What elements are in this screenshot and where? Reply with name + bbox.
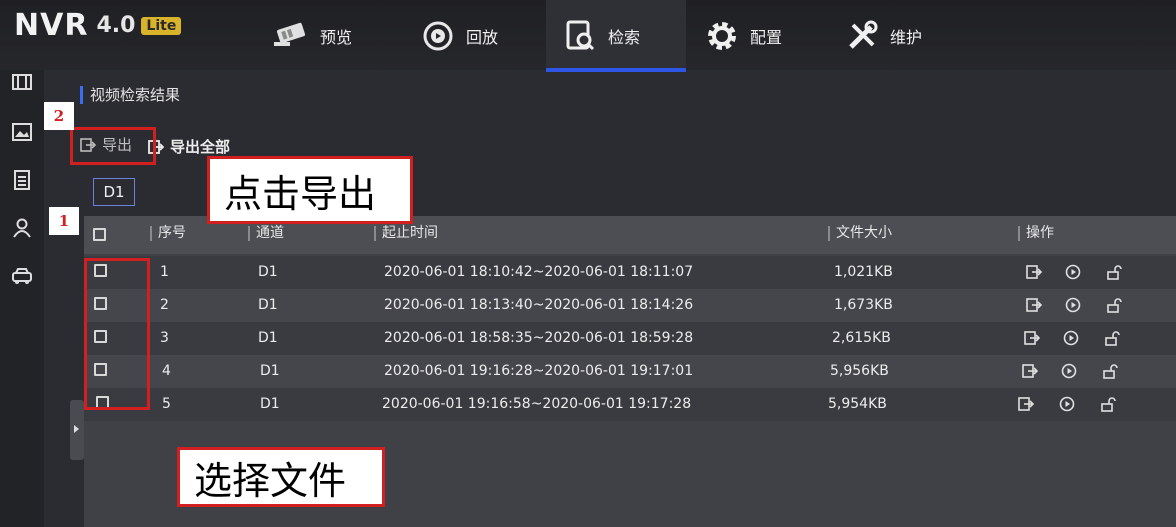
person-icon[interactable] [10, 216, 34, 240]
export-all-button[interactable]: 导出全部 [148, 136, 230, 157]
row-size: 1,021KB [834, 264, 893, 280]
unlock-icon[interactable] [1102, 363, 1118, 379]
tab-preview-label: 预览 [320, 28, 353, 47]
row-index: 1 [160, 264, 169, 280]
row-size: 5,954KB [828, 396, 887, 412]
row-size: 2,615KB [832, 330, 891, 346]
table-row[interactable]: 5 D1 2020-06-01 19:16:58~2020-06-01 19:1… [84, 388, 1176, 421]
play-icon[interactable] [1059, 396, 1075, 412]
tab-config-label: 配置 [750, 28, 783, 47]
play-icon[interactable] [1061, 363, 1077, 379]
row-time: 2020-06-01 18:58:35~2020-06-01 18:59:28 [384, 330, 694, 346]
logo-edition-badge: Lite [141, 16, 182, 35]
row-time: 2020-06-01 18:10:42~2020-06-01 18:11:07 [384, 264, 694, 280]
export-icon[interactable] [1024, 330, 1040, 346]
row-time: 2020-06-01 18:13:40~2020-06-01 18:14:26 [384, 297, 694, 313]
checkbox-highlight-box [84, 258, 150, 410]
tools-icon [842, 16, 882, 56]
export-all-label: 导出全部 [170, 138, 231, 156]
unlock-icon[interactable] [1106, 297, 1122, 313]
header-time: 起止时间 [374, 226, 438, 241]
header-size: 文件大小 [828, 226, 892, 241]
gear-icon [702, 16, 742, 56]
unlock-icon[interactable] [1104, 330, 1120, 346]
select-all-checkbox[interactable] [93, 228, 106, 241]
export-icon[interactable] [1026, 297, 1042, 313]
tab-preview[interactable]: 预览 [272, 0, 382, 72]
table-row[interactable]: 1 D1 2020-06-01 18:10:42~2020-06-01 18:1… [84, 256, 1176, 289]
search-document-icon [560, 16, 600, 56]
panel-collapse-handle[interactable] [70, 400, 84, 460]
step-badge-2: 2 [44, 102, 74, 130]
tab-config[interactable]: 配置 [702, 0, 812, 72]
logo-version: 4.0 [96, 13, 136, 38]
section-title: 视频检索结果 [80, 86, 180, 104]
channel-filter-chip[interactable]: D1 [93, 178, 135, 206]
row-time: 2020-06-01 19:16:28~2020-06-01 19:17:01 [384, 363, 694, 379]
tab-maintain-label: 维护 [890, 28, 923, 47]
row-channel: D1 [258, 264, 278, 280]
nvr-logo: NVR 4.0 Lite [14, 8, 182, 43]
video-icon[interactable] [10, 70, 34, 94]
row-time: 2020-06-01 19:16:58~2020-06-01 19:17:28 [382, 396, 692, 412]
row-index: 5 [162, 396, 171, 412]
unlock-icon[interactable] [1106, 264, 1122, 280]
tab-maintain[interactable]: 维护 [842, 0, 952, 72]
step-badge-1: 1 [49, 207, 79, 235]
row-channel: D1 [258, 330, 278, 346]
unlock-icon[interactable] [1100, 396, 1116, 412]
image-icon[interactable] [10, 120, 34, 144]
export-icon[interactable] [1018, 396, 1034, 412]
play-icon[interactable] [1065, 264, 1081, 280]
export-icon[interactable] [1022, 363, 1038, 379]
playback-icon [418, 16, 458, 56]
header-ops: 操作 [1018, 226, 1054, 241]
tab-search[interactable]: 检索 [546, 0, 686, 72]
tab-playback[interactable]: 回放 [418, 0, 528, 72]
table-row[interactable]: 2 D1 2020-06-01 18:13:40~2020-06-01 18:1… [84, 289, 1176, 322]
vehicle-icon[interactable] [10, 264, 34, 288]
row-index: 2 [160, 297, 169, 313]
play-icon[interactable] [1065, 297, 1081, 313]
left-sidebar [0, 70, 44, 527]
tab-search-label: 检索 [608, 28, 641, 47]
export-icon[interactable] [1026, 264, 1042, 280]
play-icon[interactable] [1063, 330, 1079, 346]
document-icon[interactable] [10, 168, 34, 192]
callout-select-file: 选择文件 [177, 447, 385, 507]
header-channel: 通道 [248, 226, 284, 241]
header-index: 序号 [150, 226, 186, 241]
logo-name: NVR [14, 8, 89, 43]
row-channel: D1 [260, 363, 280, 379]
top-nav-bar: NVR 4.0 Lite 预览 回放 检索 配置 维护 [0, 0, 1176, 72]
export-highlight-box [70, 127, 156, 165]
table-row[interactable]: 3 D1 2020-06-01 18:58:35~2020-06-01 18:5… [84, 322, 1176, 355]
table-row[interactable]: 4 D1 2020-06-01 19:16:28~2020-06-01 19:1… [84, 355, 1176, 388]
camera-icon [272, 16, 312, 56]
row-index: 4 [162, 363, 171, 379]
row-size: 1,673KB [834, 297, 893, 313]
row-channel: D1 [260, 396, 280, 412]
callout-click-export: 点击导出 [207, 156, 413, 224]
row-size: 5,956KB [830, 363, 889, 379]
tab-playback-label: 回放 [466, 28, 499, 47]
row-index: 3 [160, 330, 169, 346]
row-channel: D1 [258, 297, 278, 313]
